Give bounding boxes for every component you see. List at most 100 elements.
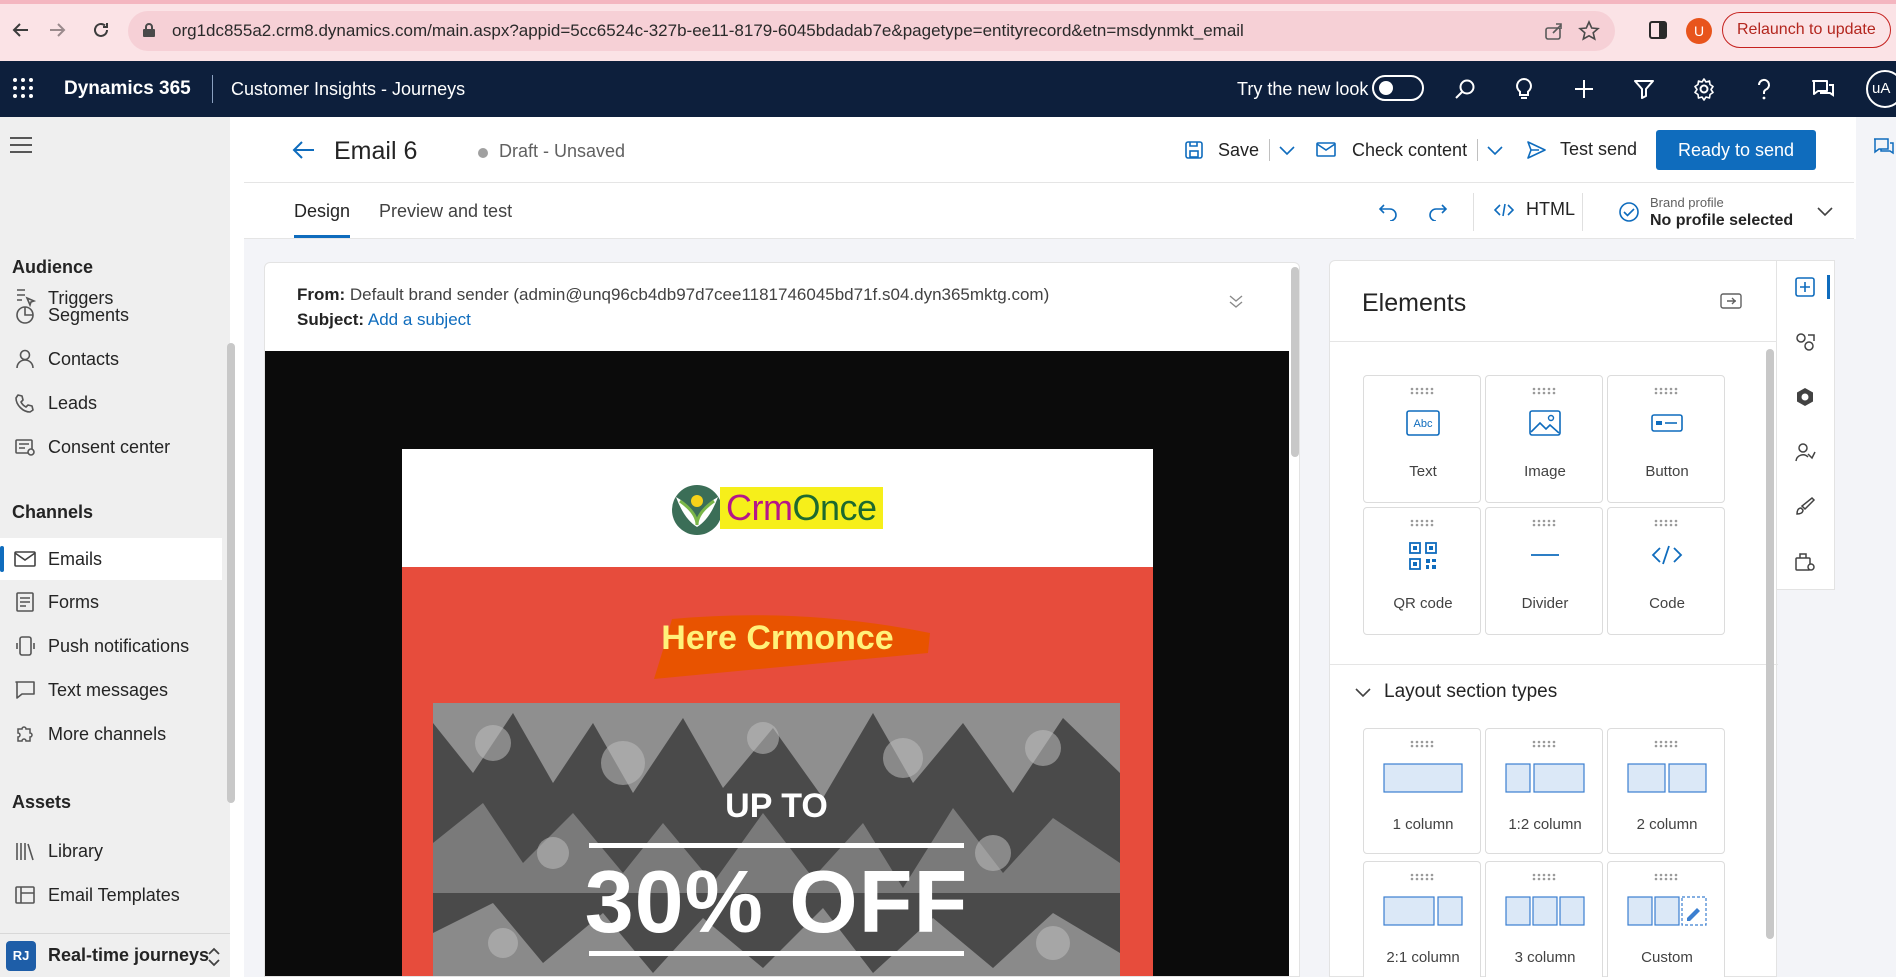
- element-tile-button[interactable]: Button: [1607, 375, 1725, 503]
- hero-image[interactable]: UP TO 30% OFF: [433, 703, 1120, 976]
- brand-profile-value[interactable]: No profile selected: [1650, 212, 1793, 230]
- three-column-layout-icon: [1486, 896, 1604, 926]
- sidebar-item-text-messages[interactable]: Text messages: [0, 669, 222, 711]
- layout-tile-2-column[interactable]: 2 column: [1607, 728, 1725, 854]
- canvas-scrollbar[interactable]: [1291, 267, 1299, 457]
- sidebar-item-leads[interactable]: Leads: [0, 382, 222, 424]
- user-avatar[interactable]: uA: [1866, 70, 1896, 108]
- split-divider: [1477, 139, 1479, 161]
- email-headline[interactable]: Here Crmonce: [402, 619, 1153, 658]
- hero-section[interactable]: Here Crmonce UP TO 30% OFF: [402, 567, 1153, 976]
- side-panel-icon[interactable]: [1648, 20, 1668, 40]
- product-name[interactable]: Dynamics 365: [64, 78, 191, 100]
- element-tile-label: Button: [1645, 463, 1689, 480]
- designer-right-rail: [1777, 260, 1835, 590]
- outer-side-strip: [1856, 117, 1896, 977]
- drag-grip-icon: [1654, 740, 1680, 748]
- audience-settings-icon[interactable]: [1792, 439, 1818, 465]
- app-launcher-icon[interactable]: [12, 77, 34, 99]
- template-icon: [0, 884, 48, 906]
- url-text[interactable]: org1dc855a2.crm8.dynamics.com/main.aspx?…: [172, 21, 1244, 41]
- email-envelope-icon: [0, 550, 48, 568]
- browser-toolbar: org1dc855a2.crm8.dynamics.com/main.aspx?…: [0, 0, 1896, 61]
- add-subject-link[interactable]: Add a subject: [368, 310, 471, 329]
- sidebar-item-push-notifications[interactable]: Push notifications: [0, 625, 222, 667]
- test-send-button[interactable]: Test send: [1526, 139, 1637, 160]
- help-icon[interactable]: [1749, 74, 1779, 104]
- layout-tile-2-1-column[interactable]: 2:1 column: [1363, 861, 1481, 977]
- offer-percentage[interactable]: 30% OFF: [433, 851, 1120, 953]
- tab-design[interactable]: Design: [294, 201, 350, 222]
- sidebar-item-consent-center[interactable]: Consent center: [0, 426, 222, 468]
- plus-icon[interactable]: [1569, 74, 1599, 104]
- redo-icon[interactable]: [1428, 201, 1448, 221]
- lightbulb-icon[interactable]: [1509, 74, 1539, 104]
- forward-icon[interactable]: [40, 13, 74, 47]
- panel-scrollbar[interactable]: [1766, 349, 1774, 939]
- sidebar-item-email-templates[interactable]: Email Templates: [0, 874, 222, 916]
- element-tile-qr-code[interactable]: QR code: [1363, 507, 1481, 635]
- sidebar-scrollbar[interactable]: [227, 343, 235, 803]
- assets-settings-icon[interactable]: [1792, 549, 1818, 575]
- double-chevron-down-icon[interactable]: [1228, 293, 1244, 309]
- back-icon[interactable]: [4, 13, 38, 47]
- chat-icon[interactable]: [1808, 74, 1838, 104]
- app-name[interactable]: Customer Insights - Journeys: [231, 79, 465, 100]
- element-tile-text[interactable]: Abc Text: [1363, 375, 1481, 503]
- element-tile-label: Image: [1524, 463, 1566, 480]
- drag-grip-icon: [1410, 740, 1436, 748]
- sidebar-item-label: Library: [48, 840, 104, 861]
- check-options-chevron-icon[interactable]: [1486, 144, 1504, 156]
- layout-tile-1-2-column[interactable]: 1:2 column: [1485, 728, 1603, 854]
- undo-icon[interactable]: [1378, 201, 1398, 221]
- styles-brush-icon[interactable]: [1792, 494, 1818, 520]
- layout-tile-custom[interactable]: Custom: [1607, 861, 1725, 977]
- brand-profile-chevron-icon[interactable]: [1816, 205, 1834, 217]
- element-tile-code[interactable]: Code: [1607, 507, 1725, 635]
- element-tile-image[interactable]: Image: [1485, 375, 1603, 503]
- bookmark-star-icon[interactable]: [1578, 20, 1600, 42]
- offer-up-to[interactable]: UP TO: [433, 787, 1120, 826]
- panel-divider: [1330, 341, 1778, 342]
- sidebar-item-emails[interactable]: Emails: [0, 538, 222, 580]
- reload-icon[interactable]: [84, 13, 118, 47]
- search-icon[interactable]: [1450, 74, 1480, 104]
- drag-grip-icon: [1532, 740, 1558, 748]
- settings-gear-icon[interactable]: [1689, 74, 1719, 104]
- layout-tile-3-column[interactable]: 3 column: [1485, 861, 1603, 977]
- check-content-button[interactable]: Check content: [1316, 139, 1504, 161]
- tab-preview-and-test[interactable]: Preview and test: [379, 201, 512, 222]
- browser-profile-avatar[interactable]: U: [1686, 18, 1712, 44]
- ready-to-send-button[interactable]: Ready to send: [1656, 130, 1816, 170]
- area-switcher[interactable]: RJ Real-time journeys: [0, 933, 230, 977]
- new-look-toggle[interactable]: [1372, 75, 1424, 101]
- collapse-panel-icon[interactable]: [1720, 293, 1742, 309]
- toggle-knob: [1379, 81, 1393, 95]
- filter-icon[interactable]: [1629, 74, 1659, 104]
- drag-grip-icon: [1532, 387, 1558, 395]
- element-tile-divider[interactable]: Divider: [1485, 507, 1603, 635]
- drag-grip-icon: [1654, 519, 1680, 527]
- share-icon[interactable]: [1544, 21, 1564, 41]
- sidebar-item-forms[interactable]: Forms: [0, 581, 222, 623]
- layout-section-types-toggle[interactable]: Layout section types: [1354, 681, 1557, 703]
- sidebar-item-library[interactable]: Library: [0, 830, 222, 872]
- hamburger-menu-icon[interactable]: [10, 137, 32, 153]
- personalization-icon[interactable]: [1792, 329, 1818, 355]
- push-notification-icon: [0, 635, 48, 657]
- logo-section[interactable]: CrmOnce: [402, 449, 1153, 567]
- copilot-icon[interactable]: [1792, 384, 1818, 410]
- html-button[interactable]: HTML: [1494, 199, 1575, 220]
- from-row[interactable]: From: Default brand sender (admin@unq96c…: [297, 285, 1049, 305]
- address-bar[interactable]: org1dc855a2.crm8.dynamics.com/main.aspx?…: [128, 11, 1615, 51]
- sidebar-item-contacts[interactable]: Contacts: [0, 338, 222, 380]
- add-element-icon[interactable]: [1792, 274, 1818, 300]
- back-arrow-icon[interactable]: [292, 139, 316, 161]
- sidebar-item-segments[interactable]: Segments: [0, 294, 222, 336]
- sidebar-item-more-channels[interactable]: More channels: [0, 713, 222, 755]
- save-button[interactable]: Save: [1184, 139, 1296, 161]
- layout-tile-1-column[interactable]: 1 column: [1363, 728, 1481, 854]
- comments-icon[interactable]: [1872, 137, 1894, 157]
- save-options-chevron-icon[interactable]: [1278, 144, 1296, 156]
- relaunch-button[interactable]: Relaunch to update: [1722, 12, 1891, 48]
